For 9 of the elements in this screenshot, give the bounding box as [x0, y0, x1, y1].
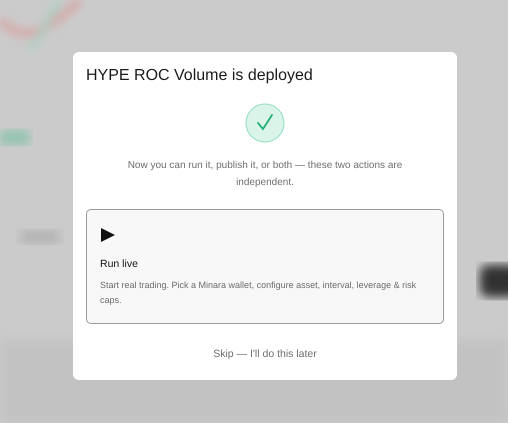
option-description: Start real trading. Pick a Minara wallet, configure asset, interval, leverage & risk caps. [100, 279, 418, 307]
skip-link[interactable]: Skip — I'll do this later [213, 348, 317, 360]
dialog-message: Now you can run it, publish it, or both — these two actions are independent. [128, 159, 402, 190]
option-title: Run live [100, 258, 138, 270]
play-icon [101, 228, 115, 242]
dialog-title: HYPE ROC Volume is deployed [86, 66, 313, 86]
checkmark-icon [245, 103, 285, 143]
run-live-option[interactable]: Run live Start real trading. Pick a Minara wallet, configure asset, interval, leverage & risk caps. [86, 209, 444, 324]
blurred-badge [0, 130, 30, 145]
